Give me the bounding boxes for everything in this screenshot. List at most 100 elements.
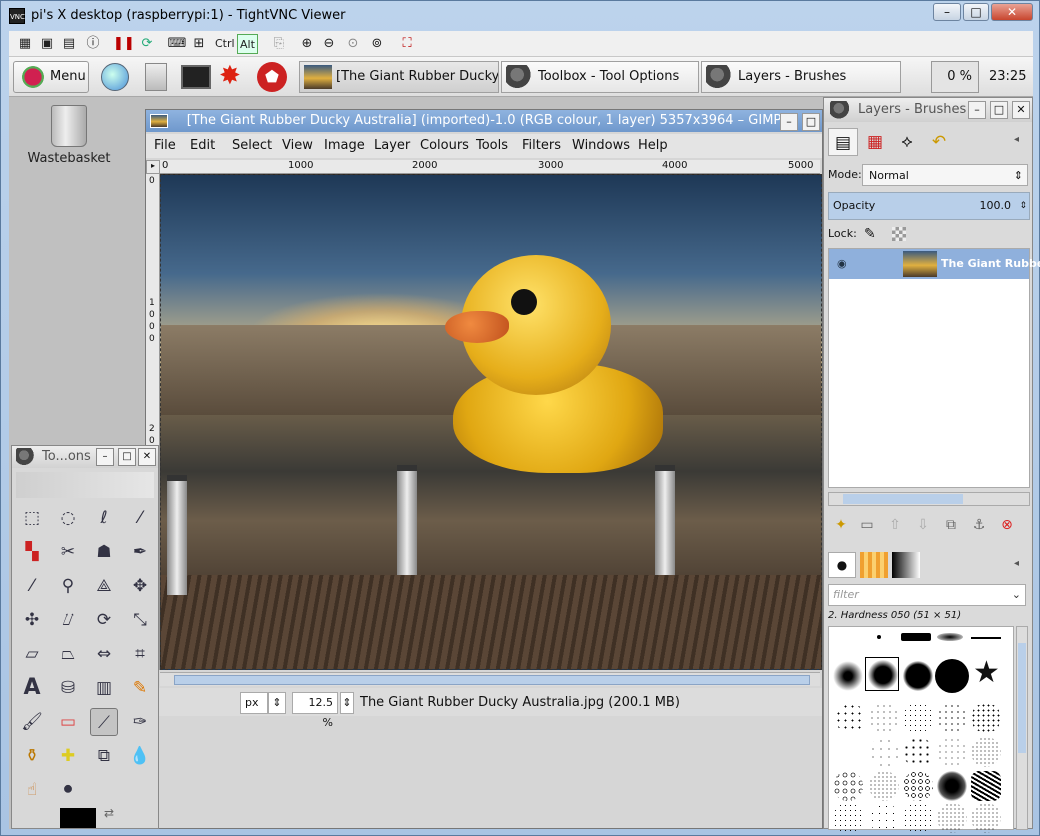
dock-menu-arrow-icon[interactable]: ◂ bbox=[1014, 558, 1019, 569]
task-toolbox[interactable]: Toolbox - Tool Options bbox=[501, 61, 699, 93]
quick-mask-toggle[interactable]: ▸ bbox=[146, 160, 160, 174]
cage-tool-icon[interactable]: ⌗ bbox=[126, 640, 154, 668]
wolfram-icon[interactable]: ⬟ bbox=[257, 62, 287, 92]
brush-item[interactable] bbox=[877, 635, 881, 639]
brush-item[interactable] bbox=[869, 803, 899, 833]
move-tool-icon[interactable]: ✥ bbox=[126, 572, 154, 600]
menu-edit[interactable]: Edit bbox=[190, 134, 215, 158]
layers-maximize-button[interactable]: □ bbox=[990, 101, 1008, 119]
undo-history-tab-icon[interactable]: ↶ bbox=[924, 128, 954, 156]
brush-item[interactable] bbox=[833, 803, 863, 833]
image-canvas[interactable] bbox=[160, 174, 822, 670]
lock-alpha-icon[interactable] bbox=[892, 227, 906, 241]
zoom-field[interactable]: 12.5 % bbox=[292, 692, 338, 729]
swap-colors-icon[interactable]: ⇄ bbox=[104, 806, 114, 820]
brush-item[interactable] bbox=[833, 661, 863, 691]
scrollbar-thumb[interactable] bbox=[843, 494, 963, 504]
menu-help[interactable]: Help bbox=[638, 134, 668, 158]
toolbox-maximize-button[interactable]: □ bbox=[118, 448, 136, 466]
raise-layer-icon[interactable]: ⇧ bbox=[884, 514, 906, 536]
smudge-tool-icon[interactable]: ☝ bbox=[18, 776, 46, 804]
zoom-out-icon[interactable]: ⊖ bbox=[319, 34, 339, 54]
select-by-color-tool-icon[interactable]: ▚ bbox=[18, 538, 46, 566]
brush-item[interactable] bbox=[903, 803, 933, 833]
brush-item[interactable] bbox=[971, 803, 1001, 833]
zoom-in-icon[interactable]: ⊕ bbox=[297, 34, 317, 54]
alt-key-button[interactable]: Alt bbox=[237, 34, 258, 54]
dodge-burn-tool-icon[interactable]: ⚫ bbox=[54, 776, 82, 804]
options-icon[interactable]: ▤ bbox=[59, 34, 79, 54]
brush-item[interactable] bbox=[971, 771, 1001, 801]
layers-tab-icon[interactable]: ▤ bbox=[828, 128, 858, 156]
ctrl-alt-del-icon[interactable]: ⌨ bbox=[167, 34, 187, 54]
brush-item[interactable] bbox=[869, 771, 899, 801]
zoom-100-icon[interactable]: ⊙ bbox=[343, 34, 363, 54]
paths-tab-icon[interactable]: ⟡ bbox=[892, 128, 922, 156]
brushes-vertical-scrollbar[interactable] bbox=[1016, 626, 1028, 830]
zoom-dropdown-arrow[interactable]: ⇕ bbox=[340, 692, 354, 714]
save-icon[interactable]: ▣ bbox=[37, 34, 57, 54]
paintbrush-tool-icon[interactable]: 🖌 bbox=[18, 708, 46, 736]
brush-item[interactable] bbox=[835, 703, 865, 733]
heal-tool-icon[interactable]: ✚ bbox=[54, 742, 82, 770]
mathematica-icon[interactable]: ✸ bbox=[219, 61, 241, 91]
unit-select[interactable]: px bbox=[240, 692, 268, 714]
file-manager-icon[interactable] bbox=[145, 63, 167, 91]
brush-item[interactable] bbox=[903, 661, 933, 691]
foreground-color-swatch[interactable] bbox=[60, 808, 96, 828]
star-brush-icon[interactable]: ★ bbox=[973, 655, 1000, 691]
gradients-tab-icon[interactable] bbox=[892, 552, 920, 578]
layers-horizontal-scrollbar[interactable] bbox=[828, 492, 1030, 506]
rotate-tool-icon[interactable]: ⟳ bbox=[90, 606, 118, 634]
vnc-minimize-button[interactable]: – bbox=[933, 3, 961, 21]
gimp-minimize-button[interactable]: – bbox=[780, 113, 798, 131]
visibility-eye-icon[interactable]: ◉ bbox=[837, 249, 847, 279]
brush-item[interactable] bbox=[971, 737, 1001, 767]
perspective-tool-icon[interactable]: ⏢ bbox=[54, 640, 82, 668]
brush-item[interactable] bbox=[869, 703, 899, 733]
unit-dropdown-arrow[interactable]: ⇕ bbox=[268, 692, 286, 714]
blur-tool-icon[interactable]: 💧 bbox=[126, 742, 154, 770]
pencil-tool-icon[interactable]: ✎ bbox=[126, 674, 154, 702]
ellipse-select-tool-icon[interactable]: ◌ bbox=[54, 504, 82, 532]
info-icon[interactable]: ⓘ bbox=[83, 34, 103, 54]
brush-item[interactable] bbox=[971, 703, 1001, 733]
wastebasket-desktop-icon[interactable]: Wastebasket bbox=[27, 105, 111, 175]
align-tool-icon[interactable]: ✣ bbox=[18, 606, 46, 634]
brushes-tab-icon[interactable]: ● bbox=[828, 552, 856, 578]
brush-item[interactable] bbox=[937, 737, 967, 767]
new-connection-icon[interactable]: ▦ bbox=[15, 34, 35, 54]
free-select-tool-icon[interactable]: ℓ bbox=[90, 504, 118, 532]
brush-item[interactable] bbox=[833, 771, 863, 801]
task-gimp-image[interactable]: [The Giant Rubber Ducky A... bbox=[299, 61, 499, 93]
perspective-clone-tool-icon[interactable]: ⧉ bbox=[90, 742, 118, 770]
brush-item[interactable] bbox=[937, 703, 967, 733]
brush-item[interactable] bbox=[903, 771, 933, 801]
rect-select-tool-icon[interactable]: ⬚ bbox=[18, 504, 46, 532]
crop-tool-icon[interactable]: ⌰ bbox=[54, 606, 82, 634]
brush-item[interactable] bbox=[903, 737, 933, 767]
menu-file[interactable]: File bbox=[154, 134, 176, 158]
dock-menu-arrow-icon[interactable]: ◂ bbox=[1014, 134, 1019, 145]
brush-item[interactable] bbox=[901, 633, 931, 641]
duplicate-layer-icon[interactable]: ⧉ bbox=[940, 514, 962, 536]
layer-row[interactable]: ◉ The Giant Rubber D bbox=[829, 249, 1040, 279]
fuzzy-select-tool-icon[interactable]: ⁄ bbox=[126, 504, 154, 532]
brush-item[interactable] bbox=[935, 659, 969, 693]
foreground-select-tool-icon[interactable]: ☗ bbox=[90, 538, 118, 566]
flip-tool-icon[interactable]: ⇔ bbox=[90, 640, 118, 668]
zoom-fit-icon[interactable]: ⊚ bbox=[367, 34, 387, 54]
mode-select[interactable]: Normal ⇕ bbox=[862, 164, 1028, 186]
menu-colours[interactable]: Colours bbox=[420, 134, 469, 158]
bucket-fill-tool-icon[interactable]: ⛁ bbox=[54, 674, 82, 702]
menu-filters[interactable]: Filters bbox=[522, 134, 561, 158]
refresh-icon[interactable]: ⟳ bbox=[137, 34, 157, 54]
menu-button[interactable]: Menu bbox=[13, 61, 89, 93]
brush-item[interactable] bbox=[971, 637, 1001, 639]
measure-tool-icon[interactable]: ⟁ bbox=[90, 572, 118, 600]
win-key-icon[interactable]: ⊞ bbox=[189, 34, 209, 54]
ctrl-key-button[interactable]: Ctrl bbox=[213, 34, 237, 54]
terminal-icon[interactable] bbox=[181, 65, 211, 89]
brush-item[interactable] bbox=[869, 737, 899, 767]
scrollbar-thumb[interactable] bbox=[174, 675, 810, 685]
